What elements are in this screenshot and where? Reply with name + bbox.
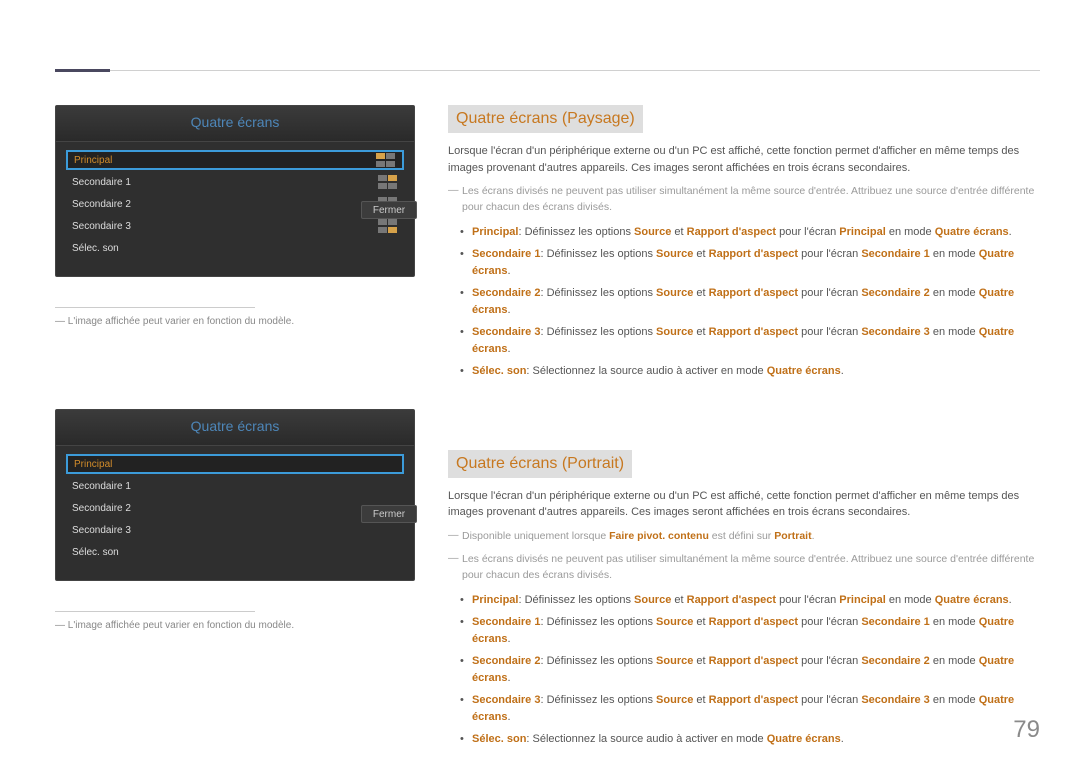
menu-item-label: Secondaire 2 xyxy=(72,501,386,516)
section-intro: Lorsque l'écran d'un périphérique extern… xyxy=(448,143,1040,176)
menu-item-selecson[interactable]: Sélec. son xyxy=(66,238,404,258)
section-note-availability: Disponible uniquement lorsque Faire pivo… xyxy=(448,529,1040,545)
menu-item-secondaire1[interactable]: Secondaire 1 xyxy=(66,476,404,496)
section-note: Les écrans divisés ne peuvent pas utilis… xyxy=(448,552,1040,584)
menu-item-label: Secondaire 1 xyxy=(72,175,378,190)
bullet-secondaire1: Secondaire 1: Définissez les options Sou… xyxy=(472,246,1040,279)
caption-rule xyxy=(55,307,255,308)
menu-item-secondaire2[interactable]: Secondaire 2 xyxy=(66,194,404,214)
quad-icon xyxy=(376,153,396,167)
menu-item-secondaire1[interactable]: Secondaire 1 xyxy=(66,172,404,192)
menu-item-label: Secondaire 2 xyxy=(72,197,378,212)
quad-icon xyxy=(378,175,398,189)
stack-icon xyxy=(386,522,398,538)
bullet-selecson: Sélec. son: Sélectionnez la source audio… xyxy=(472,731,1040,748)
menu-item-principal[interactable]: Principal xyxy=(66,150,404,170)
section-heading: Quatre écrans (Paysage) xyxy=(448,105,643,133)
bullet-secondaire2: Secondaire 2: Définissez les options Sou… xyxy=(472,653,1040,686)
bullet-secondaire2: Secondaire 2: Définissez les options Sou… xyxy=(472,285,1040,318)
menu-item-label: Principal xyxy=(74,153,376,168)
menu-item-selecson[interactable]: Sélec. son xyxy=(66,542,404,562)
menu-item-label: Secondaire 3 xyxy=(72,523,386,538)
bullet-selecson: Sélec. son: Sélectionnez la source audio… xyxy=(472,363,1040,380)
section-heading: Quatre écrans (Portrait) xyxy=(448,450,632,478)
menu-item-secondaire3[interactable]: Secondaire 3 xyxy=(66,216,404,236)
menu-panel-portrait: Quatre écrans Principal Secondaire 1 xyxy=(55,409,355,581)
header-accent xyxy=(55,69,110,72)
bullet-secondaire3: Secondaire 3: Définissez les options Sou… xyxy=(472,324,1040,357)
menu-title: Quatre écrans xyxy=(56,106,414,142)
menu-item-label: Secondaire 3 xyxy=(72,219,378,234)
bullet-principal: Principal: Définissez les options Source… xyxy=(472,224,1040,241)
close-button[interactable]: Fermer xyxy=(361,201,417,219)
bullet-secondaire1: Secondaire 1: Définissez les options Sou… xyxy=(472,614,1040,647)
menu-title: Quatre écrans xyxy=(56,410,414,446)
menu-item-label: Sélec. son xyxy=(72,545,398,560)
stack-icon xyxy=(386,478,398,494)
page-number: 79 xyxy=(1013,712,1040,748)
stack-icon xyxy=(384,456,396,472)
menu-item-secondaire2[interactable]: Secondaire 2 xyxy=(66,498,404,518)
menu-item-label: Secondaire 1 xyxy=(72,479,386,494)
bullet-secondaire3: Secondaire 3: Définissez les options Sou… xyxy=(472,692,1040,725)
menu-item-label: Sélec. son xyxy=(72,241,398,256)
menu-item-principal[interactable]: Principal xyxy=(66,454,404,474)
section-note: Les écrans divisés ne peuvent pas utilis… xyxy=(448,184,1040,216)
menu-item-label: Principal xyxy=(74,457,384,472)
section-intro: Lorsque l'écran d'un périphérique extern… xyxy=(448,488,1040,521)
caption-text: ― L'image affichée peut varier en foncti… xyxy=(55,618,415,633)
caption-rule xyxy=(55,611,255,612)
section-portrait: Quatre écrans (Portrait) Lorsque l'écran… xyxy=(448,450,1040,748)
bullet-principal: Principal: Définissez les options Source… xyxy=(472,592,1040,609)
caption-text: ― L'image affichée peut varier en foncti… xyxy=(55,314,415,329)
quad-icon xyxy=(378,219,398,233)
menu-item-secondaire3[interactable]: Secondaire 3 xyxy=(66,520,404,540)
close-button[interactable]: Fermer xyxy=(361,505,417,523)
header-rule xyxy=(55,70,1040,71)
section-paysage: Quatre écrans (Paysage) Lorsque l'écran … xyxy=(448,105,1040,380)
menu-panel-paysage: Quatre écrans Principal Secondaire 1 Sec… xyxy=(55,105,355,277)
